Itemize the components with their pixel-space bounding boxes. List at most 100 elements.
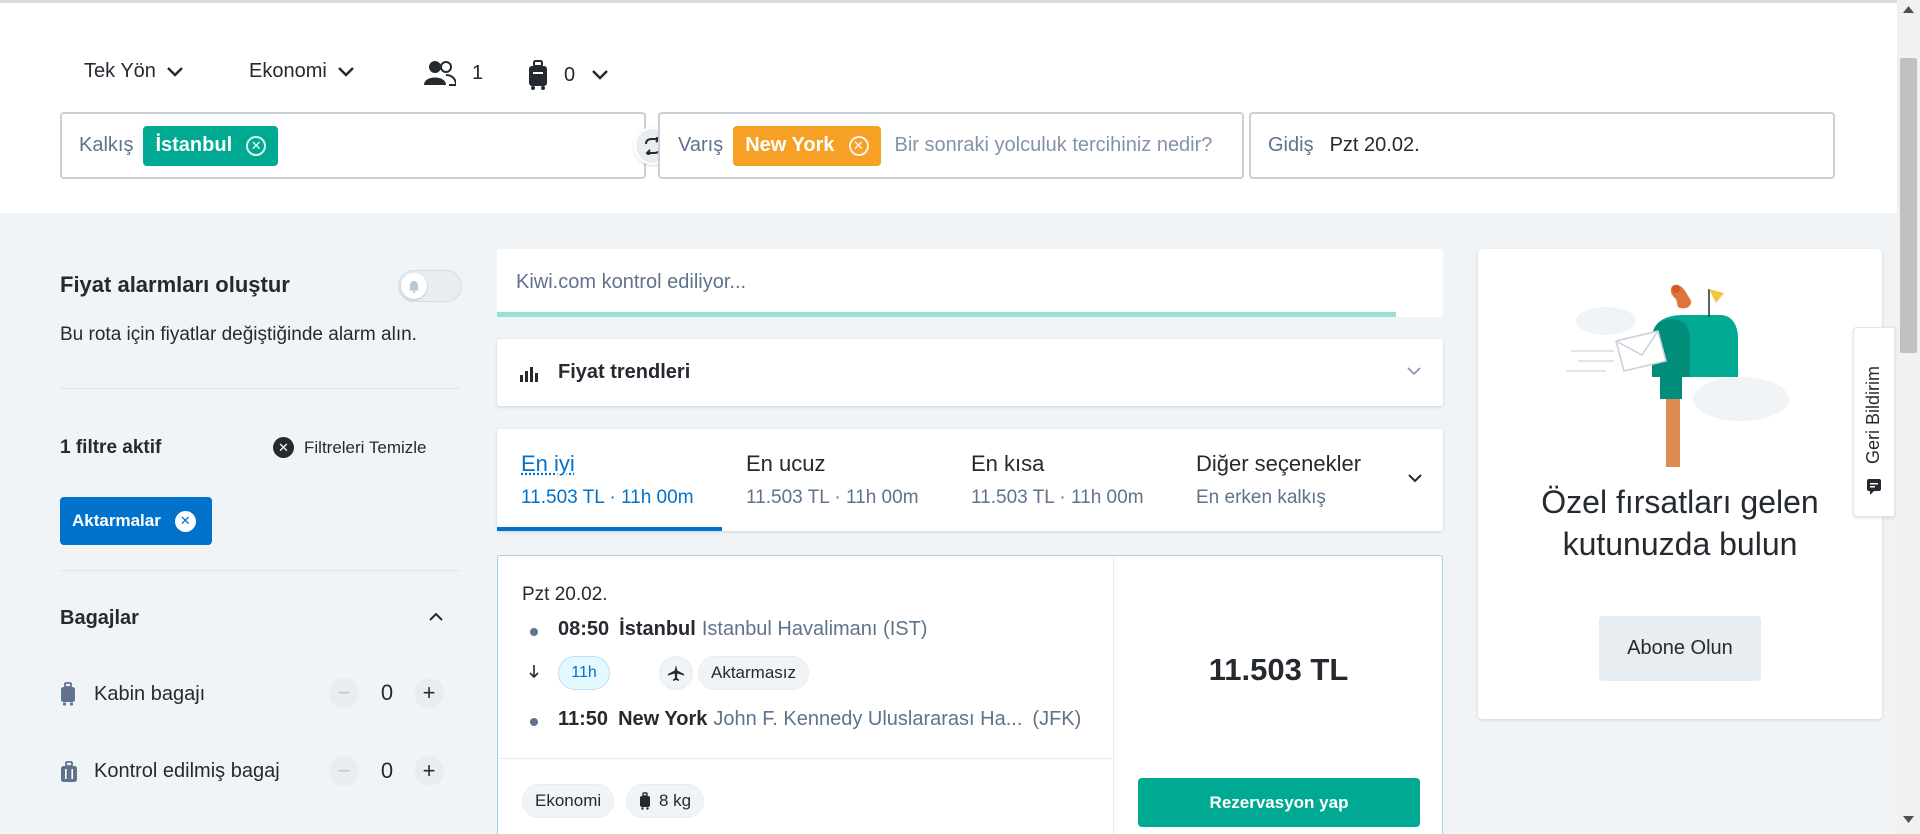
origin-chip: İstanbul ✕ bbox=[143, 126, 278, 166]
origin-label: Kalkış bbox=[79, 134, 133, 157]
active-filter-tag[interactable]: Aktarmalar ✕ bbox=[60, 497, 212, 545]
tab-cheapest-title: En ucuz bbox=[746, 451, 947, 477]
tab-best[interactable]: En iyi 11.503 TL · 11h 00m bbox=[497, 429, 722, 531]
tab-best-subtitle: 11.503 TL · 11h 00m bbox=[521, 487, 722, 509]
passengers-select[interactable]: 1 bbox=[424, 60, 483, 86]
fare-class-badge: Ekonomi bbox=[522, 784, 614, 818]
book-button[interactable]: Rezervasyon yap bbox=[1138, 778, 1420, 827]
tab-shortest-subtitle: 11.503 TL · 11h 00m bbox=[971, 487, 1172, 509]
search-bar: Tek Yön Ekonomi 1 0 Kalkış İstanbul ✕ Va… bbox=[0, 0, 1897, 213]
newsletter-promo-card: Özel fırsatları gelen kutunuzda bulun Ab… bbox=[1478, 249, 1882, 719]
clear-filters-label: Filtreleri Temizle bbox=[304, 438, 427, 458]
destination-chip-label: New York bbox=[745, 134, 834, 157]
trip-type-label: Tek Yön bbox=[84, 60, 156, 83]
page-scrollbar[interactable] bbox=[1897, 0, 1920, 834]
cabin-bag-row: Kabin bagajı bbox=[60, 682, 205, 706]
destination-label: Varış bbox=[678, 134, 723, 157]
arrival-time: 11:50 bbox=[558, 708, 608, 731]
trip-type-select[interactable]: Tek Yön bbox=[84, 60, 184, 83]
destination-chip: New York ✕ bbox=[733, 126, 880, 166]
chevron-down-icon bbox=[166, 66, 184, 78]
cabin-bag-icon bbox=[60, 682, 76, 706]
remove-origin-icon[interactable]: ✕ bbox=[246, 136, 266, 156]
remove-destination-icon[interactable]: ✕ bbox=[849, 136, 869, 156]
divider bbox=[498, 758, 1113, 759]
remove-filter-icon[interactable]: ✕ bbox=[175, 511, 196, 532]
subscribe-button[interactable]: Abone Olun bbox=[1599, 616, 1761, 681]
checked-bag-decrement-button[interactable]: − bbox=[329, 756, 359, 786]
search-progress-bar bbox=[497, 312, 1443, 317]
checked-bag-row: Kontrol edilmiş bagaj bbox=[60, 760, 280, 783]
bags-select[interactable]: 0 bbox=[528, 60, 609, 90]
bell-icon bbox=[408, 280, 420, 293]
arrival-dot bbox=[530, 718, 538, 726]
checked-bag-icon bbox=[60, 761, 78, 783]
arrival-airport: John F. Kennedy Uluslararası Ha... bbox=[713, 708, 1022, 731]
cabin-class-select[interactable]: Ekonomi bbox=[249, 60, 355, 83]
flight-date: Pzt 20.02. bbox=[522, 584, 608, 606]
tab-shortest[interactable]: En kısa 11.503 TL · 11h 00m bbox=[947, 429, 1172, 531]
active-filter-label: Aktarmalar bbox=[72, 511, 161, 531]
scrollbar-thumb[interactable] bbox=[1900, 58, 1917, 353]
feedback-tab[interactable]: Geri Bildirim bbox=[1853, 327, 1895, 517]
plane-icon bbox=[659, 656, 693, 690]
clear-filters-button[interactable]: ✕ Filtreleri Temizle bbox=[273, 437, 427, 458]
fare-class-label: Ekonomi bbox=[535, 791, 601, 811]
active-filters-count: 1 filtre aktif bbox=[60, 437, 161, 459]
origin-chip-label: İstanbul bbox=[155, 134, 232, 157]
passengers-icon bbox=[424, 60, 456, 86]
clear-icon: ✕ bbox=[273, 437, 294, 458]
cabin-bag-count: 0 bbox=[376, 680, 398, 706]
tab-cheapest[interactable]: En ucuz 11.503 TL · 11h 00m bbox=[722, 429, 947, 531]
checked-bag-count: 0 bbox=[376, 758, 398, 784]
divider bbox=[60, 388, 460, 389]
tab-cheapest-subtitle: 11.503 TL · 11h 00m bbox=[746, 487, 947, 509]
promo-title: Özel fırsatları gelen kutunuzda bulun bbox=[1478, 481, 1882, 565]
passenger-count: 1 bbox=[472, 62, 483, 85]
chevron-up-icon[interactable] bbox=[428, 612, 444, 622]
date-value: Pzt 20.02. bbox=[1330, 134, 1420, 157]
arrival-code: (JFK) bbox=[1032, 708, 1081, 731]
date-field[interactable]: Gidiş Pzt 20.02. bbox=[1249, 112, 1835, 179]
feedback-icon bbox=[1866, 478, 1882, 496]
cabin-class-label: Ekonomi bbox=[249, 60, 327, 83]
departure-dot bbox=[530, 628, 538, 636]
search-status-card: Kiwi.com kontrol ediliyor... bbox=[497, 249, 1443, 317]
price-alert-toggle[interactable] bbox=[398, 270, 462, 302]
cabin-bag-badge: 8 kg bbox=[626, 784, 704, 818]
baggage-section-title: Bagajlar bbox=[60, 607, 139, 630]
price-alert-title: Fiyat alarmları oluştur bbox=[60, 272, 290, 298]
scroll-up-icon[interactable] bbox=[1903, 6, 1914, 13]
divider bbox=[1113, 556, 1114, 834]
duration-badge: 11h bbox=[558, 656, 610, 690]
sort-tabs: En iyi 11.503 TL · 11h 00m En ucuz 11.50… bbox=[497, 429, 1443, 531]
cabin-bag-increment-button[interactable]: + bbox=[414, 678, 444, 708]
checked-bag-increment-button[interactable]: + bbox=[414, 756, 444, 786]
cabin-bag-decrement-button[interactable]: − bbox=[329, 678, 359, 708]
stops-badge: Aktarmasız bbox=[698, 656, 809, 690]
departure-segment: 08:50 İstanbul Istanbul Havalimanı (IST) bbox=[558, 618, 927, 641]
tab-other-options[interactable]: Diğer seçenekler En erken kalkış bbox=[1172, 429, 1443, 531]
tab-other-title: Diğer seçenekler bbox=[1196, 451, 1443, 477]
price-trends-panel[interactable]: Fiyat trendleri bbox=[497, 339, 1443, 406]
bar-chart-icon bbox=[519, 365, 539, 383]
flight-price: 11.503 TL bbox=[1113, 652, 1444, 688]
cabin-bag-icon bbox=[639, 792, 651, 810]
departure-airport: Istanbul Havalimanı (IST) bbox=[702, 618, 928, 641]
toggle-knob bbox=[401, 273, 427, 299]
departure-time: 08:50 bbox=[558, 618, 609, 641]
luggage-icon bbox=[528, 60, 548, 90]
feedback-label: Geri Bildirim bbox=[1863, 344, 1884, 464]
departure-city: İstanbul bbox=[619, 618, 696, 641]
origin-field[interactable]: Kalkış İstanbul ✕ bbox=[60, 112, 646, 179]
arrival-city: New York bbox=[618, 708, 707, 731]
scroll-down-icon[interactable] bbox=[1903, 816, 1914, 823]
arrival-segment: 11:50 New York John F. Kennedy Uluslarar… bbox=[558, 708, 1081, 731]
chevron-down-icon bbox=[337, 66, 355, 78]
destination-field[interactable]: Varış New York ✕ Bir sonraki yolculuk te… bbox=[658, 112, 1244, 179]
tab-shortest-title: En kısa bbox=[971, 451, 1172, 477]
mailbox-illustration bbox=[1566, 279, 1798, 469]
search-status-text: Kiwi.com kontrol ediliyor... bbox=[516, 271, 746, 294]
destination-input[interactable]: Bir sonraki yolculuk tercihiniz nedir? bbox=[895, 134, 1213, 157]
date-label: Gidiş bbox=[1268, 134, 1314, 157]
